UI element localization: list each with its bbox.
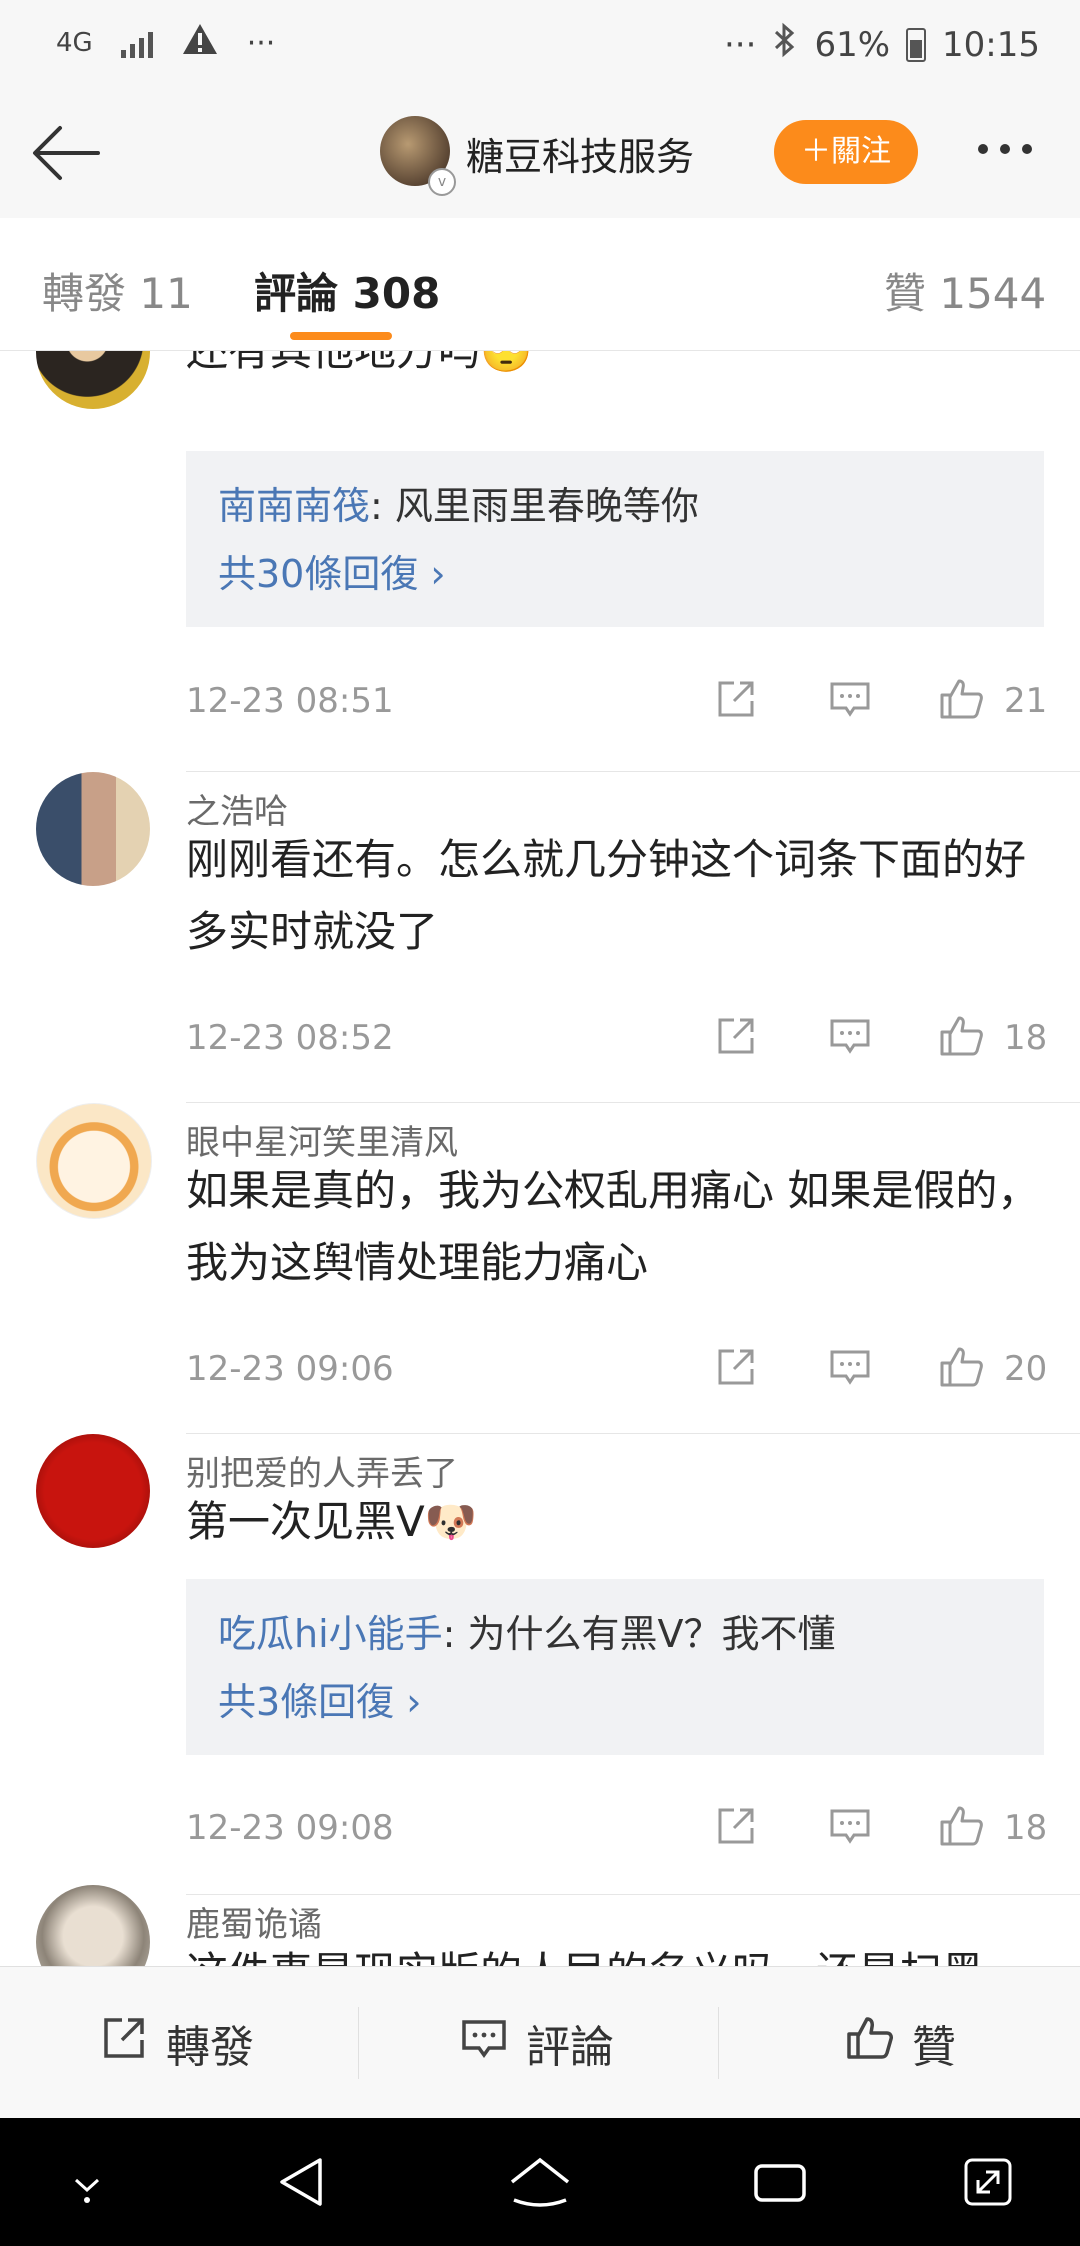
view-replies-link[interactable]: 共3條回復 › [218, 1671, 421, 1726]
avatar[interactable] [36, 1434, 150, 1548]
reply-preview[interactable]: 吃瓜hi小能手: 为什么有黑V？我不懂 共3條回復 › [186, 1579, 1044, 1755]
reply-preview[interactable]: 南南南筏: 风里雨里春晚等你 共30條回復 › [186, 451, 1044, 627]
clock: 10:15 [942, 24, 1040, 65]
comment-time: 12-23 08:51 [186, 681, 394, 721]
comment-icon[interactable] [826, 1343, 874, 1391]
battery-icon [906, 27, 927, 62]
avatar[interactable] [36, 1885, 150, 1966]
bottom-action-bar: 轉發 評論 贊 [0, 1966, 1080, 2119]
tab-bar: 轉發 11 評論 308 贊 1544 [0, 218, 1080, 351]
comment-meta: 12-23 09:08 18 [186, 1798, 1048, 1858]
comment-text: 刚刚看还有。怎么就几分钟这个词条下面的好多实时就没了 [186, 835, 1027, 956]
more-status: ··· [724, 24, 757, 65]
repost-label: 轉發 [166, 2022, 254, 2073]
comment-meta: 12-23 08:52 18 [186, 1008, 1048, 1068]
top-nav-bar: v 糖豆科技服务 ＋關注 [0, 92, 1080, 219]
repost-icon [100, 2014, 148, 2073]
rotate-screen-icon[interactable] [958, 2152, 1018, 2212]
network-type: 4G [56, 28, 93, 58]
more-options-icon[interactable] [978, 144, 1032, 154]
like-label: 贊 [912, 2022, 956, 2073]
tab-comments[interactable]: 評論 308 [254, 260, 440, 321]
follow-button[interactable]: ＋關注 [774, 120, 918, 184]
comment-text: 这件事是现实版的人民的名义吗，还是扫黑 [186, 1937, 1046, 1966]
comment-text: 还有其他地方吗🙄 [186, 351, 1046, 387]
back-arrow-icon[interactable] [30, 120, 102, 186]
avatar[interactable] [36, 1103, 152, 1219]
comment-text: 如果是真的，我为公权乱用痛心 如果是假的，我为这舆情处理能力痛心 [186, 1166, 1040, 1287]
comment-time: 12-23 08:52 [186, 1018, 394, 1058]
signal-icon [120, 28, 153, 58]
reply-text: : 为什么有黑V？我不懂 [442, 1612, 836, 1656]
battery-percent: 61% [814, 24, 891, 65]
share-icon[interactable] [712, 1012, 760, 1060]
like-icon [846, 2014, 894, 2073]
active-tab-indicator [290, 332, 392, 340]
comment-time: 12-23 09:06 [186, 1349, 394, 1389]
comment-icon [460, 2014, 508, 2073]
like-icon[interactable] [938, 675, 986, 723]
comment-label: 評論 [526, 2022, 614, 2073]
comment-icon[interactable] [826, 1802, 874, 1850]
view-replies-link[interactable]: 共30條回復 › [218, 543, 446, 598]
share-icon[interactable] [712, 675, 760, 723]
bluetooth-icon [772, 22, 798, 67]
reply-text: : 风里雨里春晚等你 [370, 484, 699, 528]
hide-keyboard-icon[interactable] [62, 2152, 112, 2212]
comment-meta: 12-23 08:51 21 [186, 671, 1048, 731]
like-count: 18 [1004, 1808, 1048, 1848]
comment-time: 12-23 09:08 [186, 1808, 394, 1848]
tab-likes[interactable]: 贊 1544 [884, 260, 1046, 321]
like-count: 20 [1004, 1349, 1048, 1389]
home-nav-icon[interactable] [508, 2152, 572, 2212]
like-icon[interactable] [938, 1343, 986, 1391]
status-bar: 4G ··· ··· 61% 10:15 [0, 0, 1080, 92]
recent-apps-icon[interactable] [750, 2152, 810, 2212]
comment-meta: 12-23 09:06 20 [186, 1339, 1048, 1399]
account-name[interactable]: 糖豆科技服务 [466, 126, 694, 181]
verified-badge-icon: v [428, 168, 456, 196]
like-count: 21 [1004, 681, 1048, 721]
comment-list[interactable]: 还有其他地方吗🙄 南南南筏: 风里雨里春晚等你 共30條回復 › 12-23 0… [0, 351, 1080, 1966]
warning-icon [181, 22, 219, 64]
reply-username[interactable]: 吃瓜hi小能手 [218, 1612, 443, 1656]
like-icon[interactable] [938, 1012, 986, 1060]
like-icon[interactable] [938, 1802, 986, 1850]
comment-text: 第一次见黑V🐶 [186, 1497, 478, 1546]
like-button[interactable]: 贊 [846, 1967, 956, 2119]
reply-username[interactable]: 南南南筏 [218, 484, 370, 528]
more-notifications: ··· [246, 25, 276, 61]
repost-button[interactable]: 轉發 [100, 1967, 254, 2119]
comment-icon[interactable] [826, 1012, 874, 1060]
back-nav-icon[interactable] [274, 2152, 330, 2212]
comment-icon[interactable] [826, 675, 874, 723]
comment-button[interactable]: 評論 [460, 1967, 614, 2119]
avatar[interactable] [36, 351, 150, 409]
share-icon[interactable] [712, 1802, 760, 1850]
avatar[interactable] [36, 772, 150, 886]
system-nav-bar [0, 2118, 1080, 2246]
tab-reposts[interactable]: 轉發 11 [42, 260, 193, 321]
like-count: 18 [1004, 1018, 1048, 1058]
share-icon[interactable] [712, 1343, 760, 1391]
